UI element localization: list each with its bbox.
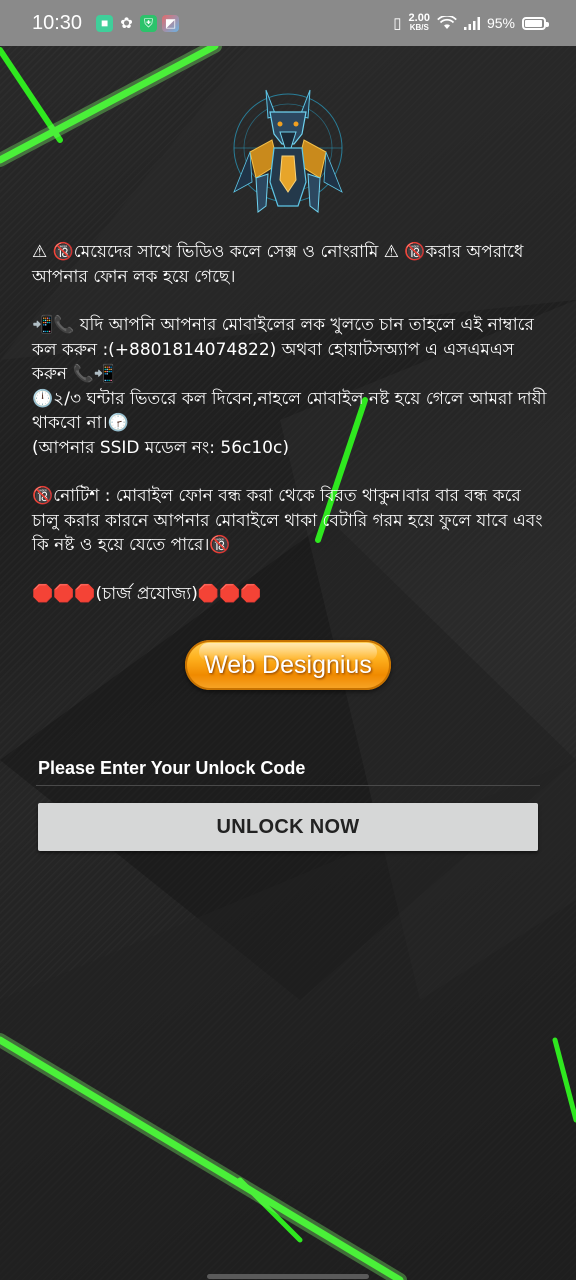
status-time: 10:30: [32, 11, 83, 34]
status-bar: 10:30 ■ ✿ ⛨ ◩ ▯ 2.00 KB/S 95%: [0, 0, 576, 46]
net-speed: 2.00 KB/S: [409, 13, 430, 33]
unlock-now-button[interactable]: UNLOCK NOW: [38, 803, 538, 851]
gallery-icon: ◩: [162, 14, 180, 32]
vibrate-icon: ▯: [393, 15, 402, 32]
app-icon: ■: [96, 14, 114, 32]
battery-fill: [525, 19, 543, 27]
battery-icon: [522, 16, 549, 30]
message-ssid: (আপনার SSID মডেল নং: 56c10c): [32, 437, 289, 458]
anubis-logo: [233, 89, 343, 213]
web-designius-button[interactable]: Web Designius: [185, 640, 391, 690]
net-speed-value: 2.00: [408, 12, 430, 24]
unlock-code-input[interactable]: [36, 752, 540, 786]
message-charge: 🛑🛑🛑(চার্জ প্রযোজ্য)🛑🛑🛑: [32, 583, 262, 604]
battery-percent: 95%: [486, 15, 515, 31]
wifi-icon: [437, 16, 457, 29]
signal-icon: [463, 16, 480, 30]
web-designius-label: Web Designius: [204, 650, 372, 679]
notification-icons: ■ ✿ ⛨ ◩: [96, 14, 180, 32]
android-debug-icon: ✿: [120, 15, 133, 32]
message-contact: 📲📞 যদি আপনি আপনার মোবাইলের লক খুলতে চান …: [32, 315, 534, 384]
message-notice: 🔞নোটিশ : মোবাইল ফোন বন্ধ করা থেকে বিরত থ…: [32, 486, 543, 555]
lock-message: ⚠ 🔞মেয়েদের সাথে ভিডিও কলে সেক্স ও নোংরা…: [32, 240, 547, 606]
status-right: ▯ 2.00 KB/S 95%: [393, 13, 549, 33]
message-deadline: 🕛২/৩ ঘন্টার ভিতরে কল দিবেন,নাহলে মোবাইল …: [32, 388, 547, 434]
net-speed-unit: KB/S: [409, 23, 429, 32]
gesture-nav-handle[interactable]: [207, 1274, 369, 1279]
message-warning: ⚠ 🔞মেয়েদের সাথে ভিডিও কলে সেক্স ও নোংরা…: [32, 242, 524, 287]
shield-icon: ⛨: [140, 14, 158, 32]
